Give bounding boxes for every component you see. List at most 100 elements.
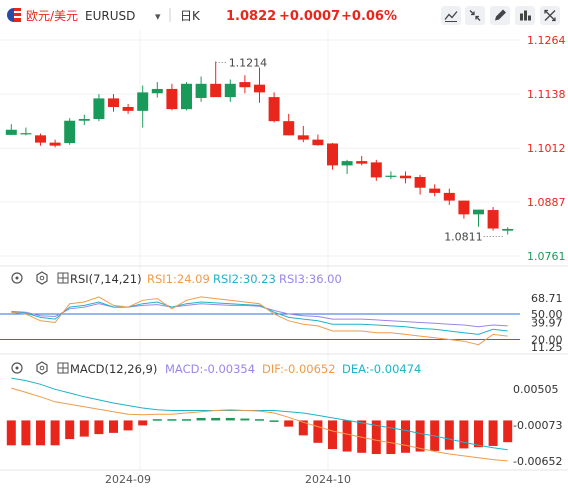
fullscreen-exit-icon[interactable] (465, 6, 485, 25)
candle (385, 171, 397, 180)
macd-histogram-bar (313, 420, 323, 443)
candle-body (20, 133, 32, 135)
indicator-grid-icon[interactable] (57, 272, 69, 284)
candle (181, 82, 192, 111)
dif-value: DIF:-0.00652 (262, 362, 336, 376)
candle (151, 82, 163, 98)
x-axis: 2024-09 2024-10 (105, 473, 351, 486)
rsi2-value: RSI2:30.23 (213, 272, 276, 286)
macd-label: MACD(12,26,9) (70, 362, 157, 376)
candle-body (502, 228, 514, 231)
candle-body (137, 92, 149, 111)
macd-histogram-bar (6, 420, 16, 446)
candle (49, 139, 61, 148)
high-annotation: 1.1214 (229, 56, 268, 69)
candle (414, 174, 426, 195)
candle-body (356, 161, 368, 164)
candle-body (458, 200, 470, 215)
draw-pen-icon[interactable] (490, 6, 510, 25)
macd-histogram-bar (167, 419, 177, 421)
settings-icon[interactable] (36, 271, 48, 285)
candle (64, 118, 76, 145)
x-tick-label: 2024-09 (105, 473, 151, 486)
macd-histogram-bar (401, 420, 410, 453)
macd-value: MACD:-0.00354 (165, 362, 255, 376)
macd-histogram-bar (488, 420, 498, 446)
candle (239, 75, 251, 94)
macd-histogram-bar (211, 417, 221, 421)
macd-histogram-bar (503, 420, 513, 443)
candle-body (473, 209, 484, 215)
rsi1-line (11, 296, 508, 346)
macd-panel: MACD(12,26,9) MACD:-0.00354 DIF:-0.00652 DE… (6, 361, 562, 468)
visibility-icon[interactable] (11, 362, 23, 374)
candle-body (195, 83, 207, 98)
visibility-icon[interactable] (11, 272, 23, 284)
rsi3-value: RSI3:36.00 (279, 272, 342, 286)
macd-histogram-bar (94, 420, 104, 435)
candle-body (429, 188, 441, 193)
fullscreen-icon[interactable] (540, 6, 560, 25)
macd-histogram-bar (79, 420, 89, 437)
candle (93, 94, 105, 122)
candle (122, 103, 134, 114)
rsi-tick-label: 39.97 (531, 317, 563, 330)
candle-body (224, 83, 236, 98)
candle-body (327, 143, 338, 166)
candle-body (108, 98, 119, 107)
candle-body (151, 88, 163, 94)
macd-histogram-bar (342, 420, 352, 452)
macd-histogram-bar (269, 420, 279, 422)
settings-icon[interactable] (36, 361, 48, 375)
macd-histogram-bar (50, 420, 60, 446)
macd-histogram-bar (152, 419, 162, 421)
chart-app: 欧元/美元 EURUSD ▾ 日K 1.0822 +0.0007 +0.06% 1.1214 1… (0, 0, 568, 490)
chevron-down-icon: ▾ (155, 10, 161, 23)
candle (35, 133, 46, 146)
macd-histogram-bar (444, 420, 454, 450)
candle-body (297, 135, 309, 140)
last-price-axis-label: 1.0761 (527, 250, 566, 263)
toolbar: 欧元/美元 EURUSD ▾ 日K 1.0822 +0.0007 +0.06% (7, 6, 560, 25)
low-annotation: 1.0811 (444, 231, 483, 244)
candle-body (312, 139, 324, 146)
macd-histogram-bar (459, 420, 469, 449)
candle-body (210, 83, 222, 98)
candle (341, 159, 353, 174)
indicator-grid-icon[interactable] (57, 362, 69, 374)
candle (370, 159, 382, 181)
macd-histogram-bar (284, 420, 294, 427)
candle (312, 134, 324, 146)
candle-body (385, 175, 397, 177)
candle-body (414, 176, 426, 188)
indicator-icon[interactable] (515, 6, 535, 25)
candle-body (239, 82, 251, 88)
candle-body (443, 192, 455, 201)
dea-value: DEA:-0.00474 (342, 362, 421, 376)
macd-histogram-bar (415, 420, 425, 452)
candle-body (370, 162, 382, 178)
candle-body (64, 120, 76, 144)
chart-canvas: 欧元/美元 EURUSD ▾ 日K 1.0822 +0.0007 +0.06% 1.1214 1… (0, 6, 568, 486)
candle-body (5, 129, 17, 135)
period-button[interactable]: 日K (180, 9, 201, 23)
candle-body (254, 84, 265, 93)
candle-body (166, 88, 178, 110)
macd-histogram-bar (196, 417, 206, 421)
macd-histogram-bar (474, 420, 483, 448)
rsi1-value: RSI1:24.09 (147, 272, 210, 286)
symbol-label: EURUSD (85, 9, 135, 23)
macd-histogram-bar (255, 419, 264, 421)
line-style-icon[interactable] (441, 6, 461, 25)
macd-tick-label: -0.00652 (513, 455, 562, 468)
price-change-pct: +0.06% (341, 9, 397, 24)
candle (195, 76, 207, 102)
pair-label: 欧元/美元 (26, 9, 78, 23)
candle (502, 227, 514, 235)
macd-histogram-bar (328, 420, 337, 450)
price-tick-label: 1.1264 (527, 34, 566, 47)
candle-body (78, 119, 90, 121)
macd-histogram-bar (225, 417, 235, 421)
x-tick-label: 2024-10 (305, 473, 351, 486)
macd-histogram-bar (182, 419, 191, 421)
